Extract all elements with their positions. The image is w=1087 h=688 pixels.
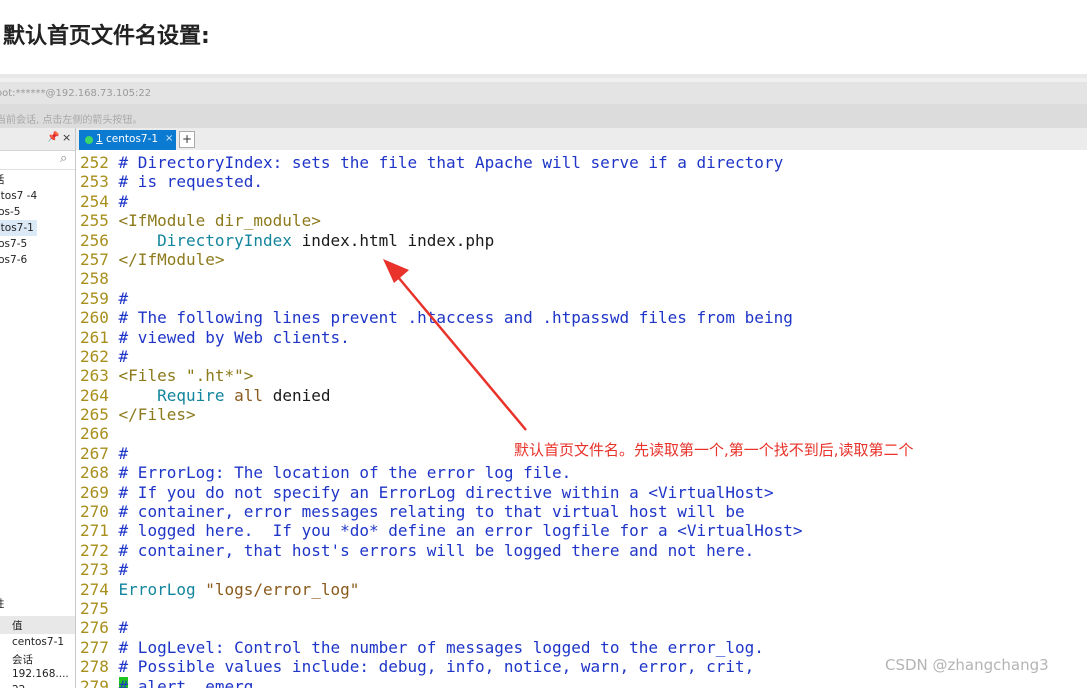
arrow-shaft <box>397 276 527 431</box>
arrow-head <box>383 259 409 283</box>
property-value: 22 <box>12 684 25 688</box>
annotation-arrow <box>383 259 527 431</box>
annotation-text: 默认首页文件名。先读取第一个,第一个找不到后,读取第二个 <box>514 441 914 459</box>
watermark: CSDN @zhangchang3 <box>885 656 1049 674</box>
